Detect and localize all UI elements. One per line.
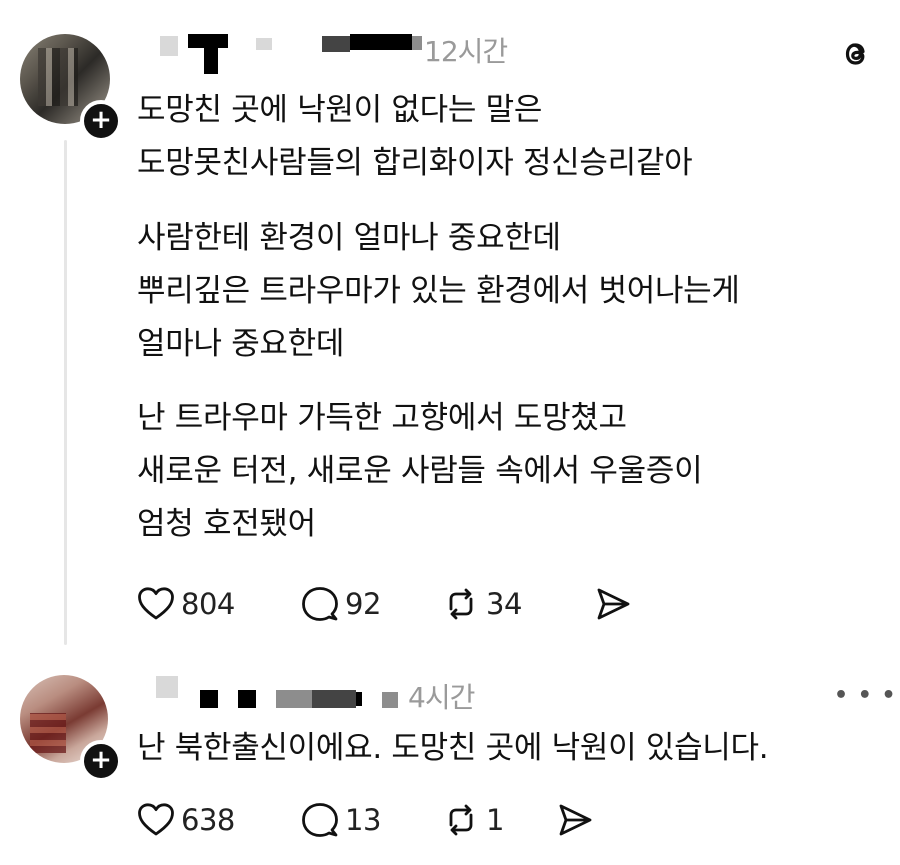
post-paragraph-1: 도망친 곳에 낙원이 없다는 말은 도망못친사람들의 합리화이자 정신승리같아	[137, 84, 693, 190]
repost-icon	[449, 804, 473, 836]
threads-logo-icon[interactable]	[836, 34, 876, 74]
post-line: 얼마나 중요한데	[137, 326, 345, 362]
repost-button[interactable]: 34	[442, 584, 522, 624]
post-line: 난 트라우마 가득한 고향에서 도망쳤고	[137, 400, 627, 436]
send-icon	[559, 804, 592, 836]
repost-count: 1	[486, 803, 504, 837]
follow-plus-icon[interactable]: +	[80, 740, 122, 782]
like-count: 804	[181, 587, 235, 621]
heart-icon	[138, 587, 174, 620]
like-count: 638	[181, 803, 235, 837]
post-paragraph-2: 사람한테 환경이 얼마나 중요한데 뿌리깊은 트라우마가 있는 환경에서 벗어나…	[137, 212, 740, 371]
follow-plus-icon[interactable]: +	[80, 100, 122, 142]
reply-button[interactable]: 92	[301, 584, 381, 624]
share-button[interactable]	[595, 584, 631, 624]
reply-line: 난 북한출신이에요. 도망친 곳에 낙원이 있습니다.	[137, 730, 769, 766]
reply-count: 13	[345, 803, 381, 837]
like-button[interactable]: 638	[137, 800, 235, 840]
repost-button[interactable]: 1	[442, 800, 504, 840]
repost-icon	[449, 588, 473, 620]
repost-count: 34	[486, 587, 522, 621]
speech-bubble-icon	[302, 803, 338, 837]
post-line: 사람한테 환경이 얼마나 중요한데	[137, 220, 561, 256]
post-line: 도망친 곳에 낙원이 없다는 말은	[137, 92, 543, 128]
speech-bubble-icon	[302, 587, 338, 621]
thread-line	[64, 140, 67, 645]
send-icon	[597, 588, 630, 620]
post-timestamp: 12시간	[424, 35, 508, 68]
share-button[interactable]	[557, 800, 593, 840]
reply-text: 난 북한출신이에요. 도망친 곳에 낙원이 있습니다.	[137, 722, 769, 775]
post-line: 뿌리깊은 트라우마가 있는 환경에서 벗어나는게	[137, 273, 740, 309]
reply-button[interactable]: 13	[301, 800, 381, 840]
more-dots-icon[interactable]: • • •	[834, 683, 897, 708]
post-paragraph-3: 난 트라우마 가득한 고향에서 도망쳤고 새로운 터전, 새로운 사람들 속에서…	[137, 392, 703, 551]
post-line: 도망못친사람들의 합리화이자 정신승리같아	[137, 145, 693, 181]
like-button[interactable]: 804	[137, 584, 235, 624]
post-line: 엄청 호전됐어	[137, 506, 316, 542]
reply-timestamp: 4시간	[408, 681, 475, 714]
heart-icon	[138, 803, 174, 836]
post-line: 새로운 터전, 새로운 사람들 속에서 우울증이	[137, 453, 703, 489]
reply-count: 92	[345, 587, 381, 621]
